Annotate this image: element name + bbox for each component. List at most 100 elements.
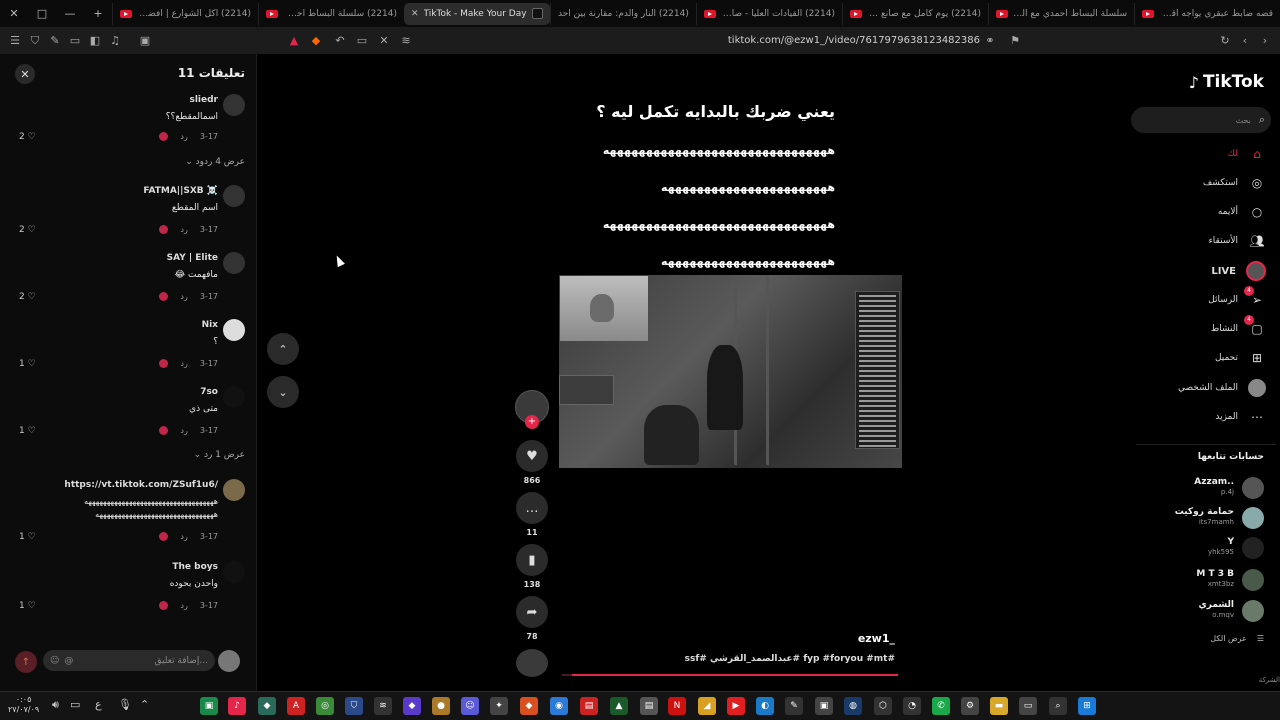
comment-input[interactable]: ☺ @ إضافة تعليق... — [43, 650, 215, 671]
nav-profile[interactable]: الملف الشخصي — [1136, 377, 1266, 399]
browser-tab[interactable]: قصه ضابط عبقري يواجه اقوى ال — [1134, 2, 1280, 25]
previous-video-button[interactable]: ⌃ — [267, 333, 299, 365]
follow-plus-button[interactable]: + — [525, 415, 539, 429]
post-comment-button[interactable]: ↑ — [15, 651, 37, 673]
app-icon[interactable]: ✦ — [490, 697, 508, 715]
file-explorer-icon[interactable]: ▬ — [990, 697, 1008, 715]
comment-username[interactable]: FATMA||SXB ☠️ — [143, 186, 218, 196]
app-icon[interactable]: ⛉ — [345, 697, 363, 715]
comment-username[interactable]: The boys — [172, 562, 218, 572]
browser-tab[interactable]: (2214) النار والدم: مقارنة بين أحد — [550, 2, 696, 25]
search-icon[interactable]: ⌕ — [1049, 697, 1067, 715]
nav-explore[interactable]: استكشف ◎ — [1136, 172, 1266, 194]
app-icon[interactable]: ≋ — [374, 697, 392, 715]
close-window-icon[interactable]: ✕ — [0, 0, 28, 27]
nav-for-you[interactable]: لك ⌂ — [1136, 143, 1266, 165]
app-icon[interactable]: ◆ — [258, 697, 276, 715]
see-all-button[interactable]: عرض الكل ☰ — [1210, 634, 1264, 643]
settings-icon[interactable]: ⚙ — [961, 697, 979, 715]
reply-button[interactable]: رد — [180, 601, 187, 610]
app-icon[interactable]: ◔ — [903, 697, 921, 715]
share-button[interactable]: ➦ — [516, 596, 548, 628]
comment-username[interactable]: SAY | Elite — [167, 253, 218, 263]
video-author[interactable]: ezw1_ — [560, 632, 895, 645]
comment-button[interactable]: … — [516, 492, 548, 524]
app-icon[interactable]: ◆ — [403, 697, 421, 715]
tiktok-logo[interactable]: ♪ TikTok — [1189, 72, 1264, 92]
language-indicator[interactable]: ع — [95, 698, 102, 711]
browser-tab[interactable]: (2214) القيادات العليا - صابعة — [696, 2, 842, 25]
nav-upload[interactable]: تحميل ⊞ — [1136, 347, 1266, 369]
browser-tab[interactable]: (2214) سلسلة البساط أحمدي #3 — [258, 2, 404, 25]
nav-friends[interactable]: الأستقاء 👥︎ — [1136, 230, 1266, 252]
volume-icon[interactable]: 🔊︎ — [52, 698, 59, 712]
maximize-window-icon[interactable]: □ — [28, 0, 56, 27]
app-icon[interactable]: ⬡ — [874, 697, 892, 715]
mention-icon[interactable]: @ — [64, 656, 73, 666]
app-icon[interactable]: ▤ — [580, 697, 598, 715]
company-link[interactable]: الشركة — [1259, 676, 1280, 684]
video-player[interactable] — [559, 275, 902, 468]
emoji-icon[interactable]: ☺ — [50, 656, 59, 666]
avatar[interactable] — [223, 252, 245, 274]
avatar[interactable] — [223, 479, 245, 501]
app-icon[interactable]: ◢ — [698, 697, 716, 715]
forward-icon[interactable]: › — [1255, 31, 1275, 51]
reply-button[interactable]: رد — [180, 225, 187, 234]
following-account[interactable]: Yyhk595 — [1124, 535, 1264, 561]
search-icon[interactable]: ⌕ — [1259, 113, 1265, 127]
following-account[interactable]: Azzam.. p.4j — [1124, 475, 1264, 501]
nav-activity[interactable]: النشاط ▢ 4 — [1136, 315, 1266, 340]
following-account[interactable]: الشمري o.mqv — [1124, 598, 1264, 624]
app-icon[interactable]: ✎ — [785, 697, 803, 715]
browser-tab[interactable]: (2214) أكل الشوارع | أفضل شاو — [112, 2, 258, 25]
following-account[interactable]: M T 3 Bxmt3bz — [1124, 567, 1264, 593]
app-icon[interactable]: ▣ — [815, 697, 833, 715]
sound-avatar[interactable] — [516, 649, 548, 677]
comment-like[interactable]: 1 ♡ — [19, 426, 36, 436]
comment-like[interactable]: 2 ♡ — [19, 292, 36, 302]
app-icon[interactable]: A — [287, 697, 305, 715]
reader-icon[interactable]: ▭ — [352, 31, 372, 51]
close-tab-icon[interactable]: ✕ — [411, 9, 419, 19]
whatsapp-icon[interactable]: ✆ — [932, 697, 950, 715]
tray-overflow-icon[interactable]: ⌃ — [140, 698, 149, 711]
comment-like[interactable]: 1 ♡ — [19, 601, 36, 611]
like-button[interactable]: ♥ — [516, 440, 548, 472]
reply-button[interactable]: رد — [180, 426, 187, 435]
edge-icon[interactable]: ◐ — [756, 697, 774, 715]
comment-username[interactable]: sliedr — [189, 95, 218, 105]
minimize-window-icon[interactable]: — — [56, 0, 84, 27]
comment-like[interactable]: 2 ♡ — [19, 132, 36, 142]
app-icon[interactable]: ◎ — [316, 697, 334, 715]
nav-more[interactable]: المزيد ⋯ — [1136, 406, 1266, 428]
nav-following[interactable]: ألايمه ○ — [1136, 201, 1266, 223]
refresh-icon[interactable]: ↻ — [1215, 31, 1235, 51]
brave-shield-icon[interactable]: ◆ — [306, 31, 326, 51]
app-icon[interactable]: ▤ — [640, 697, 658, 715]
comment-like[interactable]: 1 ♡ — [19, 359, 36, 369]
video-description[interactable]: #fyp #foryou #mt #عبدالصمد_القرشي #ssf — [560, 654, 895, 664]
app-icon[interactable]: ▲ — [610, 697, 628, 715]
avatar[interactable] — [223, 386, 245, 408]
current-user-avatar[interactable] — [218, 650, 240, 672]
translate-icon[interactable]: ✕ — [374, 31, 394, 51]
search-input[interactable]: بحث ⌕ — [1131, 107, 1271, 133]
comment-like[interactable]: 1 ♡ — [19, 532, 36, 542]
reload-page-icon[interactable]: ↶ — [330, 31, 350, 51]
alert-icon[interactable]: ▲ — [284, 31, 304, 51]
reply-button[interactable]: رد — [180, 292, 187, 301]
video-progress-bar[interactable] — [562, 674, 898, 676]
brave-icon[interactable]: ◆ — [520, 697, 538, 715]
avatar[interactable] — [223, 561, 245, 583]
discord-icon[interactable]: ☺ — [461, 697, 479, 715]
reply-button[interactable]: رد — [180, 532, 187, 541]
browser-tab[interactable]: (2214) يوم كامل مع صانع في كر — [842, 2, 988, 25]
bookmark-icon[interactable]: ⚑ — [1005, 31, 1025, 51]
view-replies-button[interactable]: عرض 4 ردود ⌄ — [185, 157, 245, 167]
comment-username[interactable]: 7so — [200, 387, 218, 397]
avatar[interactable] — [223, 319, 245, 341]
tiktok-app-icon[interactable]: ♪ — [228, 697, 246, 715]
nav-live[interactable]: LIVE — [1136, 260, 1266, 282]
url-text[interactable]: tiktok.com/@ezw1_/video/7617979638123482… — [560, 35, 980, 46]
